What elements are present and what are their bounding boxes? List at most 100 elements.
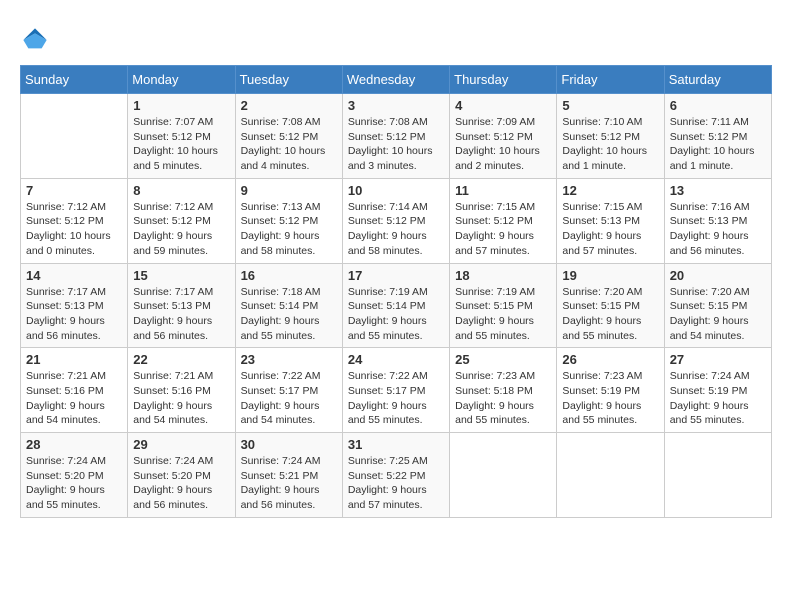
day-number: 19 xyxy=(562,268,658,283)
day-info: Sunrise: 7:20 AM Sunset: 5:15 PM Dayligh… xyxy=(670,285,766,344)
calendar-week-row: 1Sunrise: 7:07 AM Sunset: 5:12 PM Daylig… xyxy=(21,94,772,179)
day-info: Sunrise: 7:08 AM Sunset: 5:12 PM Dayligh… xyxy=(348,115,444,174)
day-info: Sunrise: 7:17 AM Sunset: 5:13 PM Dayligh… xyxy=(26,285,122,344)
calendar-week-row: 7 Sunrise: 7:12 AM Sunset: 5:12 PM Daylig… xyxy=(21,178,772,263)
calendar-cell: 10 Sunrise: 7:14 AM Sunset: 5:12 PM Dayli… xyxy=(342,178,449,263)
day-header-sunday: Sunday xyxy=(21,66,128,94)
day-number: 9 xyxy=(241,183,337,198)
calendar-cell xyxy=(450,433,557,518)
day-info: Sunrise: 7:14 AM Sunset: 5:12 PM Dayligh… xyxy=(348,200,444,259)
calendar-week-row: 14 Sunrise: 7:17 AM Sunset: 5:13 PM Dayli… xyxy=(21,263,772,348)
page-header xyxy=(20,20,772,55)
calendar-cell: 16Sunrise: 7:18 AM Sunset: 5:14 PM Dayli… xyxy=(235,263,342,348)
day-header-tuesday: Tuesday xyxy=(235,66,342,94)
calendar-cell: 5 Sunrise: 7:10 AM Sunset: 5:12 PM Daylig… xyxy=(557,94,664,179)
calendar-body: 1Sunrise: 7:07 AM Sunset: 5:12 PM Daylig… xyxy=(21,94,772,518)
calendar-cell: 1Sunrise: 7:07 AM Sunset: 5:12 PM Daylig… xyxy=(128,94,235,179)
day-number: 12 xyxy=(562,183,658,198)
day-info: Sunrise: 7:24 AM Sunset: 5:20 PM Dayligh… xyxy=(133,454,229,513)
day-info: Sunrise: 7:24 AM Sunset: 5:19 PM Dayligh… xyxy=(670,369,766,428)
day-number: 11 xyxy=(455,183,551,198)
day-info: Sunrise: 7:24 AM Sunset: 5:21 PM Dayligh… xyxy=(241,454,337,513)
logo-icon xyxy=(20,25,50,55)
day-header-friday: Friday xyxy=(557,66,664,94)
day-number: 5 xyxy=(562,98,658,113)
day-info: Sunrise: 7:11 AM Sunset: 5:12 PM Dayligh… xyxy=(670,115,766,174)
calendar-cell: 12Sunrise: 7:15 AM Sunset: 5:13 PM Dayli… xyxy=(557,178,664,263)
day-number: 20 xyxy=(670,268,766,283)
day-number: 7 xyxy=(26,183,122,198)
day-info: Sunrise: 7:22 AM Sunset: 5:17 PM Dayligh… xyxy=(348,369,444,428)
calendar-cell: 22 Sunrise: 7:21 AM Sunset: 5:16 PM Dayli… xyxy=(128,348,235,433)
day-number: 13 xyxy=(670,183,766,198)
day-number: 6 xyxy=(670,98,766,113)
day-info: Sunrise: 7:15 AM Sunset: 5:12 PM Dayligh… xyxy=(455,200,551,259)
day-number: 15 xyxy=(133,268,229,283)
calendar-cell: 18 Sunrise: 7:19 AM Sunset: 5:15 PM Dayli… xyxy=(450,263,557,348)
day-info: Sunrise: 7:21 AM Sunset: 5:16 PM Dayligh… xyxy=(26,369,122,428)
day-header-wednesday: Wednesday xyxy=(342,66,449,94)
day-info: Sunrise: 7:12 AM Sunset: 5:12 PM Dayligh… xyxy=(26,200,122,259)
day-info: Sunrise: 7:23 AM Sunset: 5:18 PM Dayligh… xyxy=(455,369,551,428)
calendar-cell: 29Sunrise: 7:24 AM Sunset: 5:20 PM Dayli… xyxy=(128,433,235,518)
calendar-cell: 7 Sunrise: 7:12 AM Sunset: 5:12 PM Daylig… xyxy=(21,178,128,263)
calendar-cell: 26 Sunrise: 7:23 AM Sunset: 5:19 PM Dayli… xyxy=(557,348,664,433)
day-number: 10 xyxy=(348,183,444,198)
day-info: Sunrise: 7:21 AM Sunset: 5:16 PM Dayligh… xyxy=(133,369,229,428)
day-info: Sunrise: 7:24 AM Sunset: 5:20 PM Dayligh… xyxy=(26,454,122,513)
calendar-cell: 23Sunrise: 7:22 AM Sunset: 5:17 PM Dayli… xyxy=(235,348,342,433)
calendar-header-row: SundayMondayTuesdayWednesdayThursdayFrid… xyxy=(21,66,772,94)
day-number: 23 xyxy=(241,352,337,367)
calendar-cell: 25 Sunrise: 7:23 AM Sunset: 5:18 PM Dayli… xyxy=(450,348,557,433)
calendar-week-row: 28 Sunrise: 7:24 AM Sunset: 5:20 PM Dayli… xyxy=(21,433,772,518)
calendar-cell: 28 Sunrise: 7:24 AM Sunset: 5:20 PM Dayli… xyxy=(21,433,128,518)
calendar-cell: 3Sunrise: 7:08 AM Sunset: 5:12 PM Daylig… xyxy=(342,94,449,179)
day-number: 22 xyxy=(133,352,229,367)
calendar-cell: 2 Sunrise: 7:08 AM Sunset: 5:12 PM Daylig… xyxy=(235,94,342,179)
calendar-cell: 24 Sunrise: 7:22 AM Sunset: 5:17 PM Dayli… xyxy=(342,348,449,433)
calendar-cell: 4 Sunrise: 7:09 AM Sunset: 5:12 PM Daylig… xyxy=(450,94,557,179)
day-number: 14 xyxy=(26,268,122,283)
day-info: Sunrise: 7:23 AM Sunset: 5:19 PM Dayligh… xyxy=(562,369,658,428)
day-number: 31 xyxy=(348,437,444,452)
day-number: 4 xyxy=(455,98,551,113)
day-number: 28 xyxy=(26,437,122,452)
day-number: 24 xyxy=(348,352,444,367)
calendar-cell: 15Sunrise: 7:17 AM Sunset: 5:13 PM Dayli… xyxy=(128,263,235,348)
calendar-cell: 13 Sunrise: 7:16 AM Sunset: 5:13 PM Dayli… xyxy=(664,178,771,263)
day-info: Sunrise: 7:09 AM Sunset: 5:12 PM Dayligh… xyxy=(455,115,551,174)
calendar-cell: 30Sunrise: 7:24 AM Sunset: 5:21 PM Dayli… xyxy=(235,433,342,518)
calendar-table: SundayMondayTuesdayWednesdayThursdayFrid… xyxy=(20,65,772,518)
calendar-cell: 8 Sunrise: 7:12 AM Sunset: 5:12 PM Daylig… xyxy=(128,178,235,263)
day-number: 2 xyxy=(241,98,337,113)
logo xyxy=(20,25,54,55)
calendar-cell xyxy=(21,94,128,179)
day-header-monday: Monday xyxy=(128,66,235,94)
day-number: 26 xyxy=(562,352,658,367)
day-info: Sunrise: 7:20 AM Sunset: 5:15 PM Dayligh… xyxy=(562,285,658,344)
day-info: Sunrise: 7:10 AM Sunset: 5:12 PM Dayligh… xyxy=(562,115,658,174)
day-number: 17 xyxy=(348,268,444,283)
day-info: Sunrise: 7:19 AM Sunset: 5:15 PM Dayligh… xyxy=(455,285,551,344)
calendar-cell xyxy=(557,433,664,518)
calendar-cell: 19 Sunrise: 7:20 AM Sunset: 5:15 PM Dayli… xyxy=(557,263,664,348)
day-header-saturday: Saturday xyxy=(664,66,771,94)
calendar-cell: 27Sunrise: 7:24 AM Sunset: 5:19 PM Dayli… xyxy=(664,348,771,433)
day-info: Sunrise: 7:19 AM Sunset: 5:14 PM Dayligh… xyxy=(348,285,444,344)
day-number: 1 xyxy=(133,98,229,113)
calendar-cell: 6 Sunrise: 7:11 AM Sunset: 5:12 PM Daylig… xyxy=(664,94,771,179)
day-number: 25 xyxy=(455,352,551,367)
day-number: 16 xyxy=(241,268,337,283)
day-number: 21 xyxy=(26,352,122,367)
calendar-cell: 31 Sunrise: 7:25 AM Sunset: 5:22 PM Dayli… xyxy=(342,433,449,518)
day-header-thursday: Thursday xyxy=(450,66,557,94)
day-info: Sunrise: 7:12 AM Sunset: 5:12 PM Dayligh… xyxy=(133,200,229,259)
day-info: Sunrise: 7:16 AM Sunset: 5:13 PM Dayligh… xyxy=(670,200,766,259)
calendar-cell: 21 Sunrise: 7:21 AM Sunset: 5:16 PM Dayli… xyxy=(21,348,128,433)
day-number: 18 xyxy=(455,268,551,283)
day-info: Sunrise: 7:25 AM Sunset: 5:22 PM Dayligh… xyxy=(348,454,444,513)
day-info: Sunrise: 7:08 AM Sunset: 5:12 PM Dayligh… xyxy=(241,115,337,174)
calendar-cell: 14 Sunrise: 7:17 AM Sunset: 5:13 PM Dayli… xyxy=(21,263,128,348)
day-number: 8 xyxy=(133,183,229,198)
calendar-cell xyxy=(664,433,771,518)
